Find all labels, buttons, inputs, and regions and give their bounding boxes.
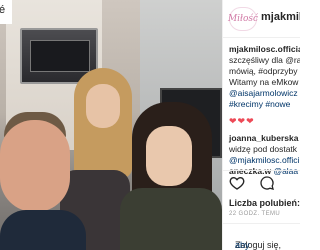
post-side-panel: Miłość mjakmilosc mjakmilosc.official sz… [222,0,300,250]
caption-hashtags[interactable]: #krecimy #nowe [229,99,300,110]
comment-author[interactable]: joanna_kuberska [229,133,298,143]
likes-count[interactable]: Liczba polubień: 5 [229,198,300,208]
comment-icon[interactable] [259,175,275,191]
caption-line: szczęśliwy dla @ra [229,55,300,65]
post-time[interactable]: 22 GODZ. TEMU [229,211,280,217]
comments-list: mjakmilosc.official szczęśliwy dla @ra m… [229,44,300,177]
person-brunette-body [120,188,222,250]
person-brunette-face [146,126,192,186]
heart-reaction: ❤❤❤ [229,116,255,126]
caption-line: mówią, #odprzyby [229,66,298,76]
person-man-body [0,210,86,250]
comment-item: joanna_kuberska [229,133,300,144]
previous-post-edge: é [0,0,12,24]
login-link[interactable]: aby [235,240,250,250]
person-blonde-face [86,84,120,128]
author-avatar[interactable]: Miłość [228,7,258,31]
comment-text: widzę pod dostatk [229,144,298,154]
author-username[interactable]: mjakmilosc [261,11,300,23]
heart-outline-icon[interactable] [229,175,245,191]
login-prompt: Zaloguj się, aby [223,223,300,250]
caption-mention[interactable]: @aisajarmolowicz [229,88,300,99]
comment-mention[interactable]: @mjakmilosc.offici [229,155,300,166]
caption-author[interactable]: mjakmilosc.official [229,44,300,55]
post-header: Miłość mjakmilosc [223,0,300,38]
post-photo[interactable] [0,0,222,250]
action-bar [223,170,300,192]
caption-line: Witamy na eMkow [229,77,299,87]
person-man-face [0,120,70,212]
